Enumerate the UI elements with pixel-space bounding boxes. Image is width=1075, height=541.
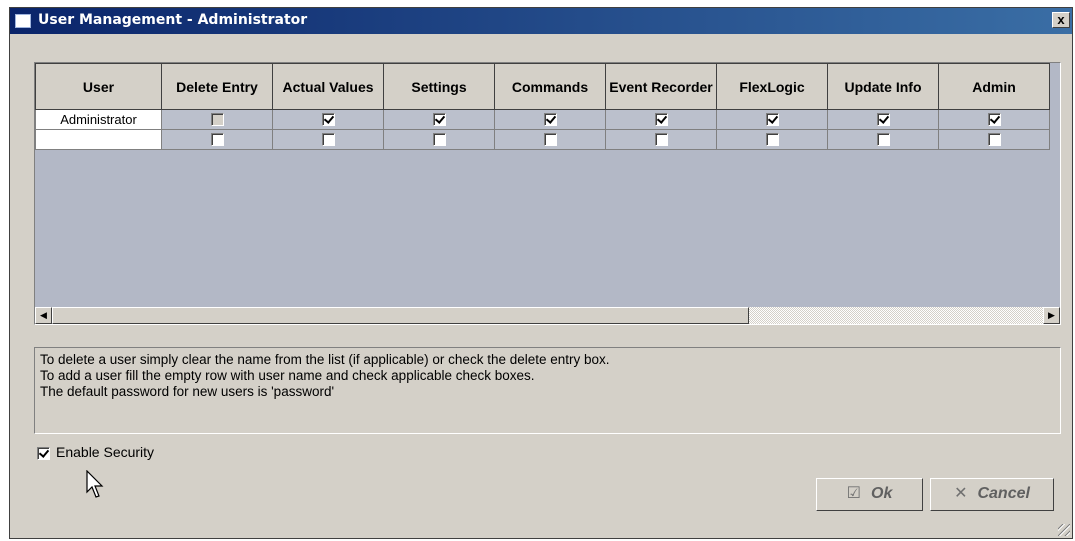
column-header-update-info[interactable]: Update Info xyxy=(827,63,939,110)
horizontal-scrollbar[interactable]: ◀ ▶ xyxy=(35,307,1060,324)
admin-checkbox[interactable] xyxy=(987,132,1001,146)
title-bar[interactable]: User Management - Administrator x xyxy=(10,8,1072,34)
ok-button[interactable]: ☑ Ok xyxy=(816,478,923,511)
update-info-checkbox[interactable] xyxy=(876,112,890,126)
enable-security-checkbox[interactable] xyxy=(37,446,50,460)
settings-checkbox[interactable] xyxy=(432,112,446,126)
permission-cell-update-info xyxy=(827,129,939,150)
flexlogic-checkbox[interactable] xyxy=(765,112,779,126)
resize-grip[interactable] xyxy=(1058,524,1070,536)
permission-cell-settings xyxy=(383,109,495,130)
window-title: User Management - Administrator xyxy=(38,12,308,28)
admin-checkbox[interactable] xyxy=(987,112,1001,126)
ok-button-label: Ok xyxy=(871,485,893,502)
permission-cell-flexlogic xyxy=(716,129,828,150)
permission-cell-commands xyxy=(494,129,606,150)
user-name-cell[interactable]: Administrator xyxy=(35,109,162,130)
permission-cell-settings xyxy=(383,129,495,150)
actual-values-checkbox[interactable] xyxy=(321,132,335,146)
permission-cell-actual-values xyxy=(272,129,384,150)
flexlogic-checkbox[interactable] xyxy=(765,132,779,146)
scrollbar-thumb[interactable] xyxy=(52,307,749,324)
column-header-actual-values[interactable]: Actual Values xyxy=(272,63,384,110)
grid-header-row: User Delete Entry Actual Values Settings… xyxy=(35,63,1050,110)
update-info-checkbox[interactable] xyxy=(876,132,890,146)
enable-security-option[interactable]: Enable Security xyxy=(37,444,154,460)
column-header-commands[interactable]: Commands xyxy=(494,63,606,110)
delete-entry-checkbox[interactable] xyxy=(210,132,224,146)
column-header-admin[interactable]: Admin xyxy=(938,63,1050,110)
permission-cell-admin xyxy=(938,129,1050,150)
cancel-button[interactable]: ✕ Cancel xyxy=(930,478,1054,511)
permission-cell-delete-entry xyxy=(161,109,273,130)
permission-cell-event-recorder xyxy=(605,129,717,150)
scroll-right-button[interactable]: ▶ xyxy=(1043,307,1060,324)
permission-cell-event-recorder xyxy=(605,109,717,130)
scroll-left-button[interactable]: ◀ xyxy=(35,307,52,324)
permission-cell-admin xyxy=(938,109,1050,130)
settings-checkbox[interactable] xyxy=(432,132,446,146)
x-icon: ✕ xyxy=(954,485,968,502)
enable-security-label[interactable]: Enable Security xyxy=(56,444,154,460)
instruction-default-password: The default password for new users is 'p… xyxy=(40,384,335,399)
permission-cell-update-info xyxy=(827,109,939,130)
scrollbar-track[interactable] xyxy=(749,307,1043,324)
column-header-user[interactable]: User xyxy=(35,63,162,110)
event-recorder-checkbox[interactable] xyxy=(654,132,668,146)
event-recorder-checkbox[interactable] xyxy=(654,112,668,126)
cancel-button-label: Cancel xyxy=(977,485,1030,502)
checkmark-box-icon: ☑ xyxy=(846,485,861,502)
close-button[interactable]: x xyxy=(1052,12,1070,28)
permission-cell-actual-values xyxy=(272,109,384,130)
user-management-dialog: User Management - Administrator x User D… xyxy=(9,7,1073,539)
table-row xyxy=(35,129,1050,150)
column-header-delete-entry[interactable]: Delete Entry xyxy=(161,63,273,110)
permission-cell-flexlogic xyxy=(716,109,828,130)
permission-cell-delete-entry xyxy=(161,129,273,150)
commands-checkbox[interactable] xyxy=(543,112,557,126)
user-name-cell[interactable] xyxy=(35,129,162,150)
mouse-cursor-icon xyxy=(86,470,104,498)
instruction-add-user: To add a user fill the empty row with us… xyxy=(40,368,535,383)
user-permissions-grid: User Delete Entry Actual Values Settings… xyxy=(34,62,1061,325)
column-header-settings[interactable]: Settings xyxy=(383,63,495,110)
actual-values-checkbox[interactable] xyxy=(321,112,335,126)
table-row: Administrator xyxy=(35,109,1050,130)
instruction-delete-user: To delete a user simply clear the name f… xyxy=(40,352,610,367)
commands-checkbox[interactable] xyxy=(543,132,557,146)
window-icon xyxy=(15,14,31,28)
column-header-flexlogic[interactable]: FlexLogic xyxy=(716,63,828,110)
permission-cell-commands xyxy=(494,109,606,130)
instructions-box: To delete a user simply clear the name f… xyxy=(34,347,1061,434)
delete-entry-checkbox xyxy=(210,112,224,126)
column-header-event-recorder[interactable]: Event Recorder xyxy=(605,63,717,110)
permissions-table: User Delete Entry Actual Values Settings… xyxy=(35,63,1050,150)
